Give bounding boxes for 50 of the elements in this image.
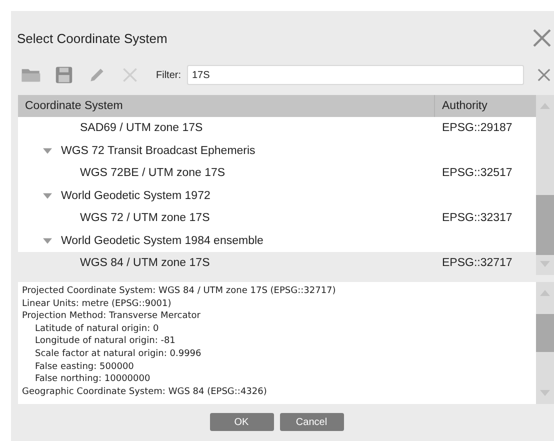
tree-row[interactable]: World Geodetic System 1972 (18, 184, 536, 207)
tree-row[interactable]: WGS 72 / UTM zone 17S EPSG::32317 (18, 207, 536, 230)
scrollbar[interactable] (536, 95, 554, 275)
expand-arrow-icon[interactable] (43, 192, 52, 199)
expand-arrow-icon[interactable] (43, 238, 52, 244)
table-cell: EPSG::32317 (442, 212, 512, 224)
table-cell: EPSG::32517 (442, 167, 512, 180)
clear-icon[interactable] (536, 67, 552, 83)
table-cell: WGS 72BE / UTM zone 17S (80, 167, 226, 180)
column-header[interactable]: Coordinate System (18, 95, 435, 117)
detail-line: False easting: 500000 (34, 360, 135, 374)
save-icon[interactable] (54, 66, 74, 84)
expand-arrow-icon[interactable] (43, 148, 52, 154)
tree-row[interactable]: SAD69 / UTM zone 17S EPSG::29187 (18, 117, 536, 140)
table-cell: WGS 72 / UTM zone 17S (80, 212, 210, 224)
tree-row[interactable]: WGS 84 / UTM zone 17S EPSG::32717 (18, 252, 536, 274)
table-cell: World Geodetic System 1972 (61, 190, 210, 202)
detail-line: Longitude of natural origin: -81 (34, 335, 176, 348)
close-icon[interactable] (532, 28, 552, 48)
delete-icon[interactable] (120, 66, 140, 84)
table-cell: World Geodetic System 1984 ensemble (61, 234, 264, 247)
detail-line: Scale factor at natural origin: 0.9996 (34, 348, 202, 361)
detail-line: Projected Coordinate System: WGS 84 / UTM zone 17S (EPSG::32717) (22, 285, 337, 298)
folder-icon[interactable] (21, 66, 41, 84)
filter-field[interactable]: 17S (187, 65, 524, 85)
column-header[interactable]: Authority (435, 95, 536, 117)
scroll-up-icon[interactable] (540, 290, 550, 296)
cancel-button[interactable]: Cancel (280, 413, 344, 431)
table-cell: EPSG::32717 (442, 257, 512, 270)
detail-line: Geographic Coordinate System: WGS 84 (EPSG::4326) (22, 386, 268, 398)
detail-line: Latitude of natural origin: 0 (34, 322, 160, 336)
scroll-down-icon[interactable] (540, 261, 550, 267)
filter-label: Filter: (156, 70, 181, 80)
table-cell: WGS 72 Transit Broadcast Ephemeris (61, 144, 256, 157)
scrollbar[interactable] (536, 282, 554, 404)
tree-row[interactable]: WGS 72BE / UTM zone 17S EPSG::32517 (18, 162, 536, 184)
tree-row[interactable]: WGS 72 Transit Broadcast Ephemeris (18, 140, 536, 162)
detail-line: Projection Method: Transverse Mercator (22, 310, 202, 323)
window-title: Select Coordinate System (17, 30, 168, 46)
table-cell: SAD69 / UTM zone 17S (80, 122, 203, 134)
scroll-thumb[interactable] (536, 314, 554, 352)
ok-button[interactable]: OK (210, 413, 274, 431)
tree-row[interactable]: World Geodetic System 1984 ensemble (18, 230, 536, 252)
detail-line: False northing: 10000000 (34, 373, 152, 386)
table-cell: EPSG::29187 (442, 122, 512, 134)
detail-line: Linear Units: metre (EPSG::9001) (22, 298, 172, 310)
scroll-up-icon[interactable] (540, 103, 550, 109)
scroll-down-icon[interactable] (540, 390, 550, 396)
scroll-thumb[interactable] (536, 195, 554, 255)
table-cell: WGS 84 / UTM zone 17S (80, 257, 210, 270)
